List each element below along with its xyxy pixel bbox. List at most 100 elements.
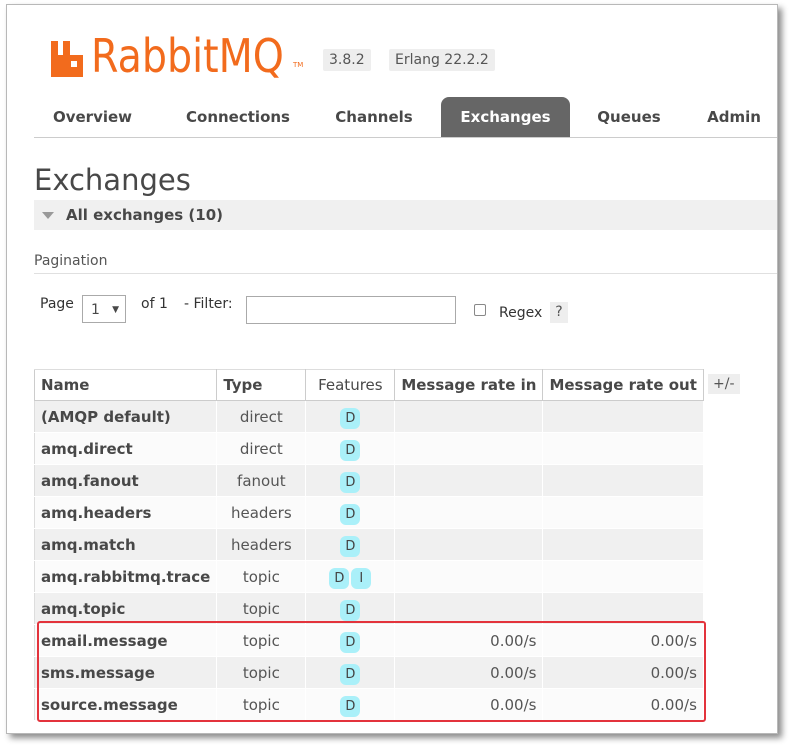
exchange-type: direct (216, 400, 307, 433)
message-rate-in: 0.00/s (394, 688, 544, 721)
page-select-value: 1 (91, 302, 100, 318)
exchange-name-link[interactable]: (AMQP default) (33, 400, 218, 433)
tab-queues[interactable]: Queues (584, 97, 674, 137)
exchange-name-link[interactable]: amq.fanout (33, 464, 218, 497)
exchange-features: D (305, 688, 396, 721)
exchange-type: topic (216, 624, 307, 657)
trademark-mark: TM (293, 61, 304, 69)
message-rate-in (394, 592, 544, 625)
exchange-name-link[interactable]: sms.message (33, 656, 218, 689)
exchanges-table: Name Type Features Message rate in Messa… (33, 369, 704, 721)
message-rate-in (394, 432, 544, 465)
tab-connections[interactable]: Connections (164, 97, 312, 137)
table-row[interactable]: amq.rabbitmq.trace topic D I (33, 560, 704, 593)
erlang-version-badge: Erlang 22.2.2 (389, 49, 495, 71)
table-row[interactable]: amq.direct direct D (33, 432, 704, 465)
tab-exchanges[interactable]: Exchanges (441, 97, 570, 137)
table-row[interactable]: sms.message topic D 0.00/s 0.00/s (33, 656, 704, 689)
column-header-features: Features (305, 369, 396, 401)
message-rate-out: 0.00/s (542, 656, 704, 689)
exchange-features: D (305, 528, 396, 561)
message-rate-in: 0.00/s (394, 624, 544, 657)
exchange-features: D (305, 656, 396, 689)
exchange-type: headers (216, 528, 307, 561)
feature-badge: D (340, 440, 361, 461)
exchange-type: topic (216, 688, 307, 721)
table-row[interactable]: email.message topic D 0.00/s 0.00/s (33, 624, 704, 657)
filter-label: - Filter: (184, 296, 233, 312)
dropdown-arrow-icon: ▼ (112, 305, 119, 315)
exchange-type: topic (216, 560, 307, 593)
table-row[interactable]: amq.match headers D (33, 528, 704, 561)
tab-admin[interactable]: Admin (694, 97, 774, 137)
logo-text: RabbitMQ (91, 29, 284, 83)
message-rate-out (542, 592, 704, 625)
table-row[interactable]: source.message topic D 0.00/s 0.00/s (33, 688, 704, 721)
message-rate-in (394, 528, 544, 561)
browser-viewport: RabbitMQ TM 3.8.2 Erlang 22.2.2 Overview… (6, 4, 778, 734)
exchange-features: D (305, 624, 396, 657)
table-row[interactable]: (AMQP default) direct D (33, 400, 704, 433)
page-label: Page (40, 296, 74, 312)
exchange-type: topic (216, 592, 307, 625)
regex-help-button[interactable]: ? (550, 302, 568, 323)
message-rate-out: 0.00/s (542, 688, 704, 721)
exchange-name-link[interactable]: amq.match (33, 528, 218, 561)
filter-input[interactable] (246, 296, 456, 324)
tab-channels[interactable]: Channels (318, 97, 430, 137)
message-rate-in: 0.00/s (394, 656, 544, 689)
exchange-name-link[interactable]: amq.topic (33, 592, 218, 625)
feature-badge: D (340, 472, 361, 493)
message-rate-out (542, 496, 704, 529)
message-rate-in (394, 496, 544, 529)
regex-label: Regex (499, 305, 543, 321)
exchange-type: fanout (216, 464, 307, 497)
exchange-type: headers (216, 496, 307, 529)
table-row[interactable]: amq.fanout fanout D (33, 464, 704, 497)
exchange-name-link[interactable]: amq.direct (33, 432, 218, 465)
feature-badge: D (340, 536, 361, 557)
message-rate-out (542, 464, 704, 497)
message-rate-out (542, 528, 704, 561)
column-header-rate-in[interactable]: Message rate in (394, 369, 544, 401)
exchange-features: D (305, 400, 396, 433)
table-row[interactable]: amq.topic topic D (33, 592, 704, 625)
feature-badge: D (340, 600, 361, 621)
feature-badge: D (340, 632, 361, 653)
collapse-triangle-icon (42, 211, 54, 219)
exchange-features: D (305, 464, 396, 497)
feature-badge: D (340, 664, 361, 685)
message-rate-in (394, 560, 544, 593)
feature-badge: D (340, 408, 361, 429)
table-row[interactable]: amq.headers headers D (33, 496, 704, 529)
feature-badge: D (340, 504, 361, 525)
exchange-name-link[interactable]: email.message (33, 624, 218, 657)
message-rate-in (394, 464, 544, 497)
exchange-type: topic (216, 656, 307, 689)
regex-checkbox[interactable] (474, 304, 486, 316)
exchange-features: D (305, 496, 396, 529)
column-header-rate-out[interactable]: Message rate out (542, 369, 704, 401)
exchange-name-link[interactable]: amq.rabbitmq.trace (33, 560, 218, 593)
message-rate-out (542, 560, 704, 593)
exchange-type: direct (216, 432, 307, 465)
message-rate-in (394, 400, 544, 433)
column-header-type[interactable]: Type (216, 369, 307, 401)
exchange-features: D (305, 592, 396, 625)
message-rate-out (542, 400, 704, 433)
message-rate-out: 0.00/s (542, 624, 704, 657)
feature-badge: I (351, 568, 372, 589)
all-exchanges-section-toggle[interactable]: All exchanges (10) (34, 200, 777, 230)
exchange-features: D (305, 432, 396, 465)
exchange-name-link[interactable]: amq.headers (33, 496, 218, 529)
tab-overview[interactable]: Overview (34, 97, 151, 137)
page-title: Exchanges (34, 163, 191, 197)
column-header-name[interactable]: Name (33, 369, 218, 401)
rabbitmq-logo[interactable]: RabbitMQ (47, 23, 315, 79)
main-nav-tabs: Overview Connections Channels Exchanges … (34, 97, 777, 138)
pagination-label: Pagination (34, 253, 108, 269)
exchange-name-link[interactable]: source.message (33, 688, 218, 721)
page-select[interactable]: 1 ▼ (82, 295, 126, 323)
rabbit-logo-icon (47, 39, 87, 79)
toggle-columns-button[interactable]: +/- (708, 374, 740, 394)
